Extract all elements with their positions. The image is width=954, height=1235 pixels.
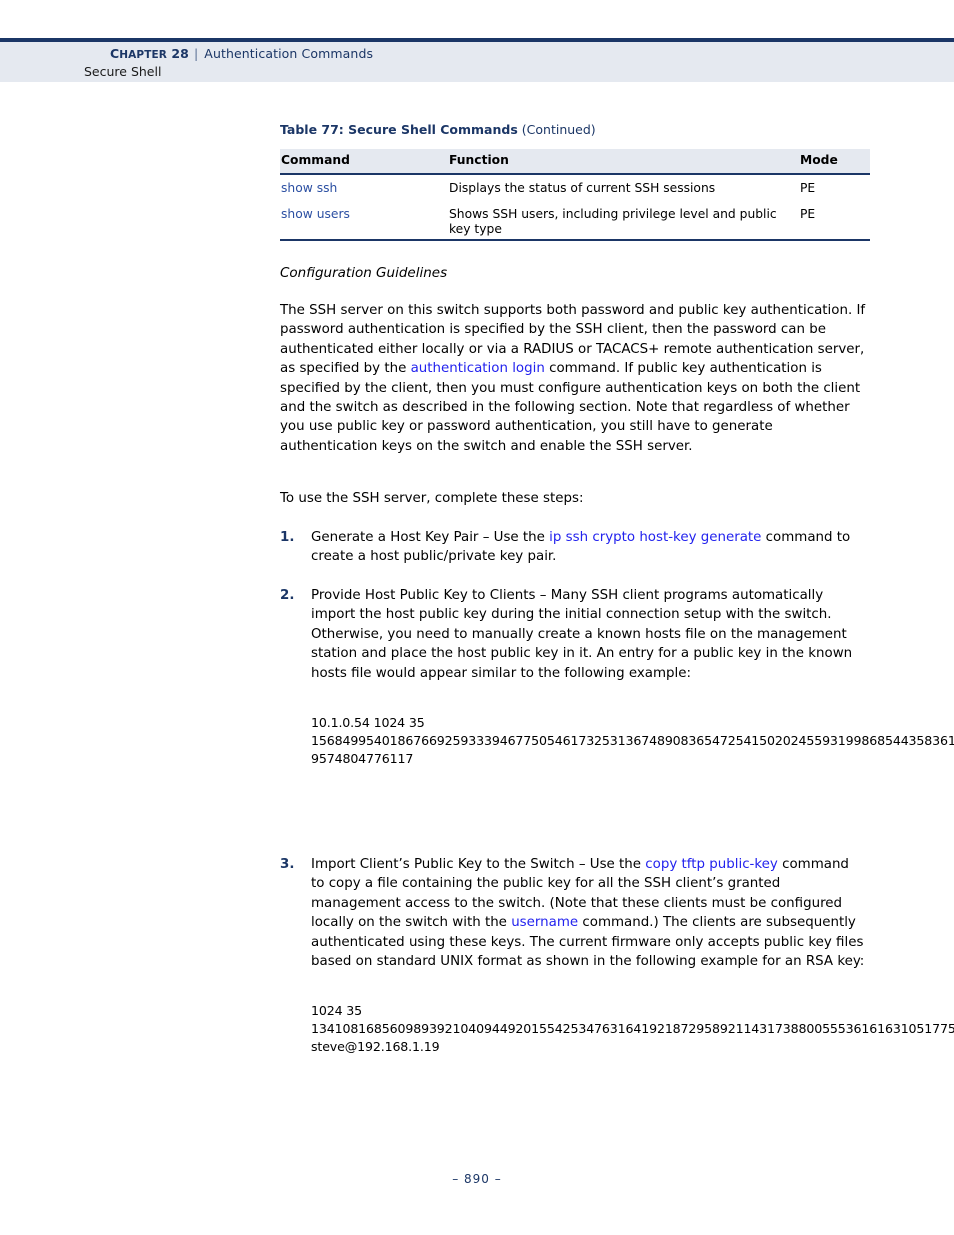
running-header-subsection: Secure Shell: [84, 64, 162, 79]
rsa-public-key-example: 1024 35 13410816856098939210409449201554…: [311, 1003, 954, 1055]
chapter-label: CHAPTER 28: [110, 46, 189, 61]
intro-paragraph: The SSH server on this switch supports b…: [280, 301, 866, 456]
table-row-function: Displays the status of current SSH sessi…: [449, 181, 716, 195]
table-column-header-mode: Mode: [800, 153, 838, 167]
step3-text-part1: Import Client’s Public Key to the Switch…: [311, 857, 646, 872]
table-row-mode: PE: [800, 181, 816, 195]
username-link[interactable]: username: [511, 915, 578, 930]
running-header-chapter-line: CHAPTER 28 | Authentication Commands: [110, 46, 373, 61]
table-caption-continued: (Continued): [521, 122, 596, 137]
table-row-mode: PE: [800, 207, 816, 221]
list-item-body: Provide Host Public Key to Clients – Man…: [311, 588, 853, 681]
list-item-number: 1.: [280, 530, 295, 545]
table-column-header-command: Command: [281, 153, 350, 167]
list-item-body: Generate a Host Key Pair – Use the ip ss…: [311, 528, 866, 567]
table-bottom-rule: [280, 239, 870, 241]
steps-lead-in: To use the SSH server, complete these st…: [280, 491, 584, 506]
step1-text-part1: Generate a Host Key Pair – Use the: [311, 530, 550, 545]
table-caption-label: Table 77: Secure Shell Commands: [280, 122, 518, 137]
table-header-rule: [280, 173, 870, 175]
list-item: 2. Provide Host Public Key to Clients – …: [280, 586, 866, 683]
table-row-command-link[interactable]: show ssh: [281, 181, 337, 195]
section-title: Configuration Guidelines: [280, 265, 448, 281]
table-header-band: [280, 149, 870, 173]
list-item-number: 2.: [280, 588, 295, 603]
list-item: 3. Import Client’s Public Key to the Swi…: [280, 855, 866, 971]
table-column-header-function: Function: [449, 153, 509, 167]
known-hosts-key-example: 10.1.0.54 1024 35 1568499540186766925933…: [311, 715, 954, 767]
header-separator: |: [193, 46, 199, 61]
list-item: 1. Generate a Host Key Pair – Use the ip…: [280, 528, 866, 567]
list-item-body: Import Client’s Public Key to the Switch…: [311, 855, 866, 971]
authentication-login-link[interactable]: authentication login: [411, 361, 545, 376]
list-item-number: 3.: [280, 857, 295, 872]
table-caption: Table 77: Secure Shell Commands (Continu…: [280, 122, 596, 137]
header-section-name: Authentication Commands: [204, 46, 374, 61]
page-number: – 890 –: [452, 1172, 502, 1186]
ip-ssh-crypto-host-key-generate-link[interactable]: ip ssh crypto host-key generate: [549, 530, 761, 545]
table-row-command-link[interactable]: show users: [281, 207, 350, 221]
table-row-function: Shows SSH users, including privilege lev…: [449, 207, 777, 236]
copy-tftp-public-key-link[interactable]: copy tftp public-key: [645, 857, 778, 872]
